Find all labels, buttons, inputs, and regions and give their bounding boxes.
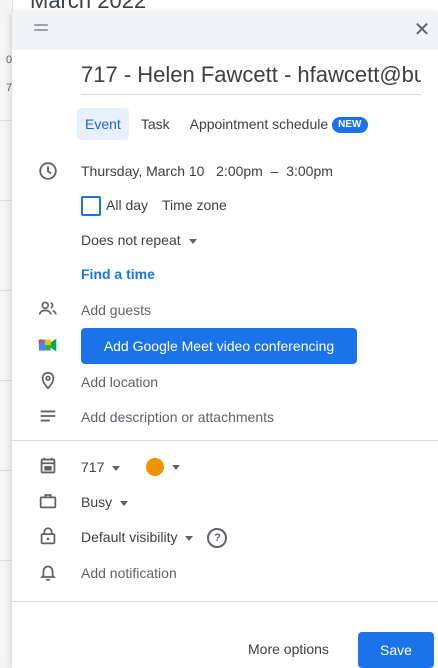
bell-icon	[37, 561, 59, 583]
calendar-selector[interactable]: 717	[81, 459, 121, 475]
add-guests-field[interactable]: Add guests	[81, 302, 151, 318]
chevron-down-icon	[172, 464, 180, 470]
tab-label: Appointment schedule	[189, 116, 329, 132]
tab-appointment-schedule[interactable]: Appointment schedule NEW	[182, 108, 376, 140]
tab-event[interactable]: Event	[77, 108, 129, 140]
dialog-header: ✕	[12, 12, 438, 50]
section-divider	[12, 601, 438, 602]
background-gridline	[0, 470, 12, 471]
lock-icon	[37, 525, 59, 547]
all-day-checkbox[interactable]	[81, 196, 101, 216]
tab-task[interactable]: Task	[133, 108, 178, 140]
background-gridline	[0, 290, 12, 291]
calendar-name: 717	[81, 459, 105, 475]
availability-dropdown[interactable]: Busy	[81, 494, 129, 510]
calendar-icon	[37, 455, 59, 477]
chevron-down-icon	[188, 238, 197, 244]
clock-icon	[37, 160, 59, 182]
end-time-field[interactable]: 3:00pm	[286, 163, 333, 179]
add-location-field[interactable]: Add location	[81, 374, 158, 390]
drag-handle-icon[interactable]	[34, 24, 48, 34]
event-color-selector[interactable]	[146, 458, 180, 477]
add-notification-field[interactable]: Add notification	[81, 565, 177, 581]
people-icon	[37, 298, 59, 320]
google-meet-icon	[37, 334, 59, 356]
repeat-dropdown[interactable]: Does not repeat	[81, 232, 197, 248]
repeat-value: Does not repeat	[81, 232, 181, 248]
new-badge: NEW	[332, 117, 368, 134]
chevron-down-icon	[185, 535, 194, 541]
event-color-swatch	[146, 458, 164, 477]
close-button[interactable]: ✕	[410, 18, 434, 42]
help-icon[interactable]: ?	[207, 528, 228, 548]
more-options-button[interactable]: More options	[248, 641, 329, 657]
section-divider	[12, 440, 438, 441]
background-gridline	[0, 200, 12, 201]
save-button[interactable]: Save	[358, 632, 434, 668]
visibility-row: Default visibility?	[81, 528, 228, 548]
add-google-meet-button[interactable]: Add Google Meet video conferencing	[81, 328, 357, 364]
start-time-field[interactable]: 2:00pm	[216, 163, 263, 179]
description-icon	[37, 405, 59, 427]
date-time-row[interactable]: Thursday, March 10 2:00pm – 3:00pm	[81, 163, 333, 179]
add-description-field[interactable]: Add description or attachments	[81, 409, 274, 425]
background-gridline	[0, 560, 12, 561]
time-zone-link[interactable]: Time zone	[162, 197, 227, 213]
visibility-dropdown[interactable]: Default visibility	[81, 528, 194, 545]
find-a-time-link[interactable]: Find a time	[81, 266, 155, 282]
time-separator: –	[270, 163, 279, 179]
date-field[interactable]: Thursday, March 10	[81, 163, 204, 179]
chevron-down-icon	[112, 465, 121, 471]
location-pin-icon	[37, 370, 59, 392]
background-gridline	[0, 120, 12, 121]
visibility-value: Default visibility	[81, 528, 178, 545]
all-day-label[interactable]: All day	[106, 197, 148, 213]
briefcase-icon	[37, 490, 59, 512]
availability-value: Busy	[81, 494, 113, 510]
event-title-input[interactable]: 717 - Helen Fawcett - hfawcett@bu.	[81, 62, 421, 95]
background-gridline	[0, 380, 12, 381]
event-dialog: ✕ 717 - Helen Fawcett - hfawcett@bu. Eve…	[12, 12, 438, 668]
event-type-tabs: Event Task Appointment schedule NEW	[77, 108, 380, 140]
chevron-down-icon	[120, 500, 129, 506]
